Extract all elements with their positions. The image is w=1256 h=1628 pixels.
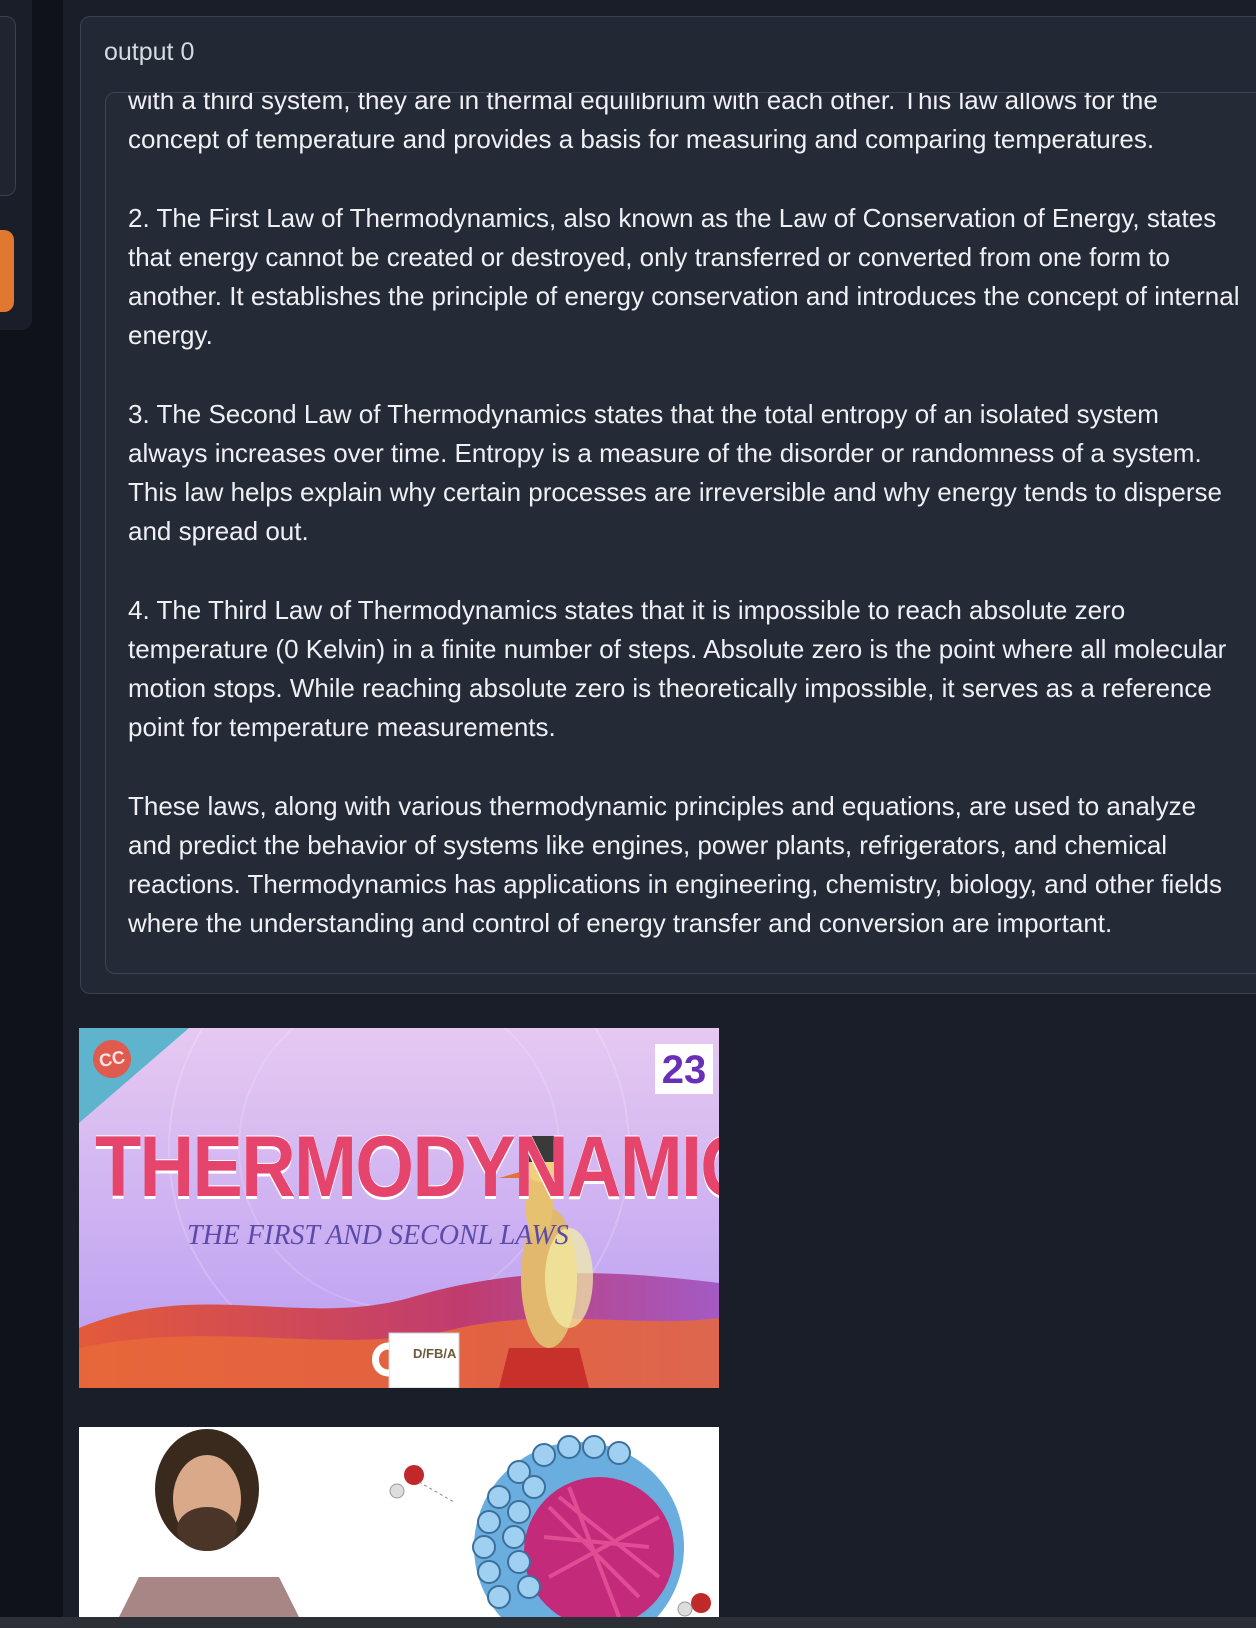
paragraph-summary: These laws, along with various thermodyn… xyxy=(128,790,1223,939)
bottom-scrollbar[interactable] xyxy=(0,1617,1256,1628)
paragraph-third-law: 4. The Third Law of Thermodynamics state… xyxy=(128,594,1227,743)
paragraph-second-law: 3. The Second Law of Thermodynamics stat… xyxy=(128,398,1222,547)
paragraph-zeroth-law: with a third system, they are in thermal… xyxy=(128,92,1158,155)
output-text: with a third system, they are in thermal… xyxy=(128,92,1240,973)
video-thumbnail-thermodynamics[interactable]: CC 23 THERMODYNAMICS THE FIRST AND SECON… xyxy=(79,1028,719,1388)
output-textbox[interactable]: with a third system, they are in thermal… xyxy=(105,92,1256,974)
output-label: output 0 xyxy=(104,38,195,66)
mug-label: D/FB/A xyxy=(413,1346,457,1361)
episode-number-badge: 23 xyxy=(655,1044,713,1094)
thumbnail-title: THERMODYNAMICS xyxy=(95,1119,719,1215)
left-input-card xyxy=(0,16,16,196)
paragraph-first-law: 2. The First Law of Thermodynamics, also… xyxy=(128,202,1240,351)
submit-button[interactable] xyxy=(0,230,14,312)
video-thumbnail-micelle[interactable] xyxy=(79,1427,719,1617)
presenter-with-micelle-icon xyxy=(119,1429,711,1617)
thumbnail-subtitle: THE FIRST AND SECONL LAWS xyxy=(187,1220,569,1251)
